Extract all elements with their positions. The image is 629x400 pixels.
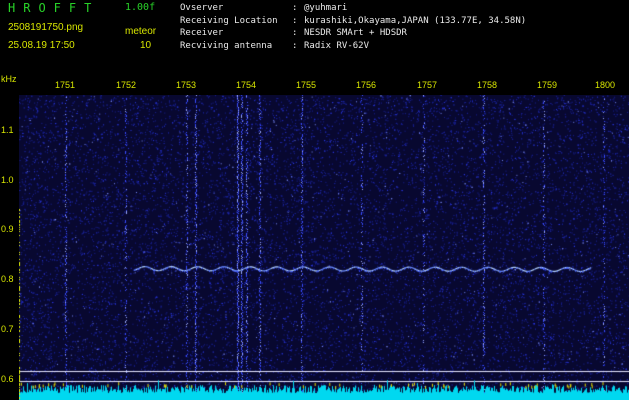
time-tick-label: 1752 [115, 80, 137, 90]
info-row-observer: Ovserver : @yuhmari [180, 3, 526, 16]
info-value: Radix RV-62V [304, 40, 370, 51]
count-label: 10 [140, 40, 152, 51]
timestamp: 25.08.19 17:50 [8, 40, 75, 51]
time-tick-label: 1751 [54, 80, 76, 90]
header-panel: HROFFT 1.00f 2508191750.png meteor 25.08… [0, 0, 629, 75]
mode-label: meteor [125, 26, 157, 37]
time-tick-label: 1755 [295, 80, 317, 90]
spectrogram-waterfall [19, 95, 629, 400]
info-label: Recviving antenna [180, 40, 273, 51]
info-separator: : [292, 28, 298, 38]
info-label: Ovserver [180, 3, 224, 13]
frequency-tick-label: 1.0 [1, 175, 14, 185]
info-row-antenna: Recviving antenna : Radix RV-62V [180, 41, 526, 54]
y-axis-unit: kHz [1, 74, 17, 84]
station-info: Ovserver : @yuhmari Receiving Location :… [180, 3, 526, 53]
info-row-location: Receiving Location : kurashiki,Okayama,J… [180, 16, 526, 29]
time-tick-label: 1756 [355, 80, 377, 90]
info-separator: : [292, 40, 298, 51]
info-separator: : [292, 15, 298, 26]
frequency-tick-label: 0.7 [1, 324, 14, 334]
frequency-tick-label: 1.1 [1, 125, 14, 135]
info-value: @yuhmari [304, 3, 348, 13]
version-label: 1.00f [125, 2, 156, 13]
file-name: 2508191750.png [8, 22, 84, 33]
frequency-tick-label: 0.6 [1, 374, 14, 384]
frequency-tick-label: 0.8 [1, 274, 14, 284]
time-tick-label: 1754 [235, 80, 257, 90]
time-tick-label: 1757 [416, 80, 438, 90]
frequency-tick-label: 0.9 [1, 224, 14, 234]
info-label: Receiver [180, 28, 224, 38]
info-value: kurashiki,Okayama,JAPAN (133.77E, 34.58N… [304, 15, 527, 26]
time-tick-label: 1759 [536, 80, 558, 90]
time-tick-label: 1753 [175, 80, 197, 90]
time-tick-label: 1758 [476, 80, 498, 90]
app-logo: HROFFT [8, 1, 100, 15]
info-value: NESDR SMArt + HDSDR [304, 28, 407, 38]
info-row-receiver: Receiver : NESDR SMArt + HDSDR [180, 28, 526, 41]
time-tick-label: 1800 [594, 80, 616, 90]
info-separator: : [292, 3, 298, 13]
info-label: Receiving Location [180, 15, 278, 26]
